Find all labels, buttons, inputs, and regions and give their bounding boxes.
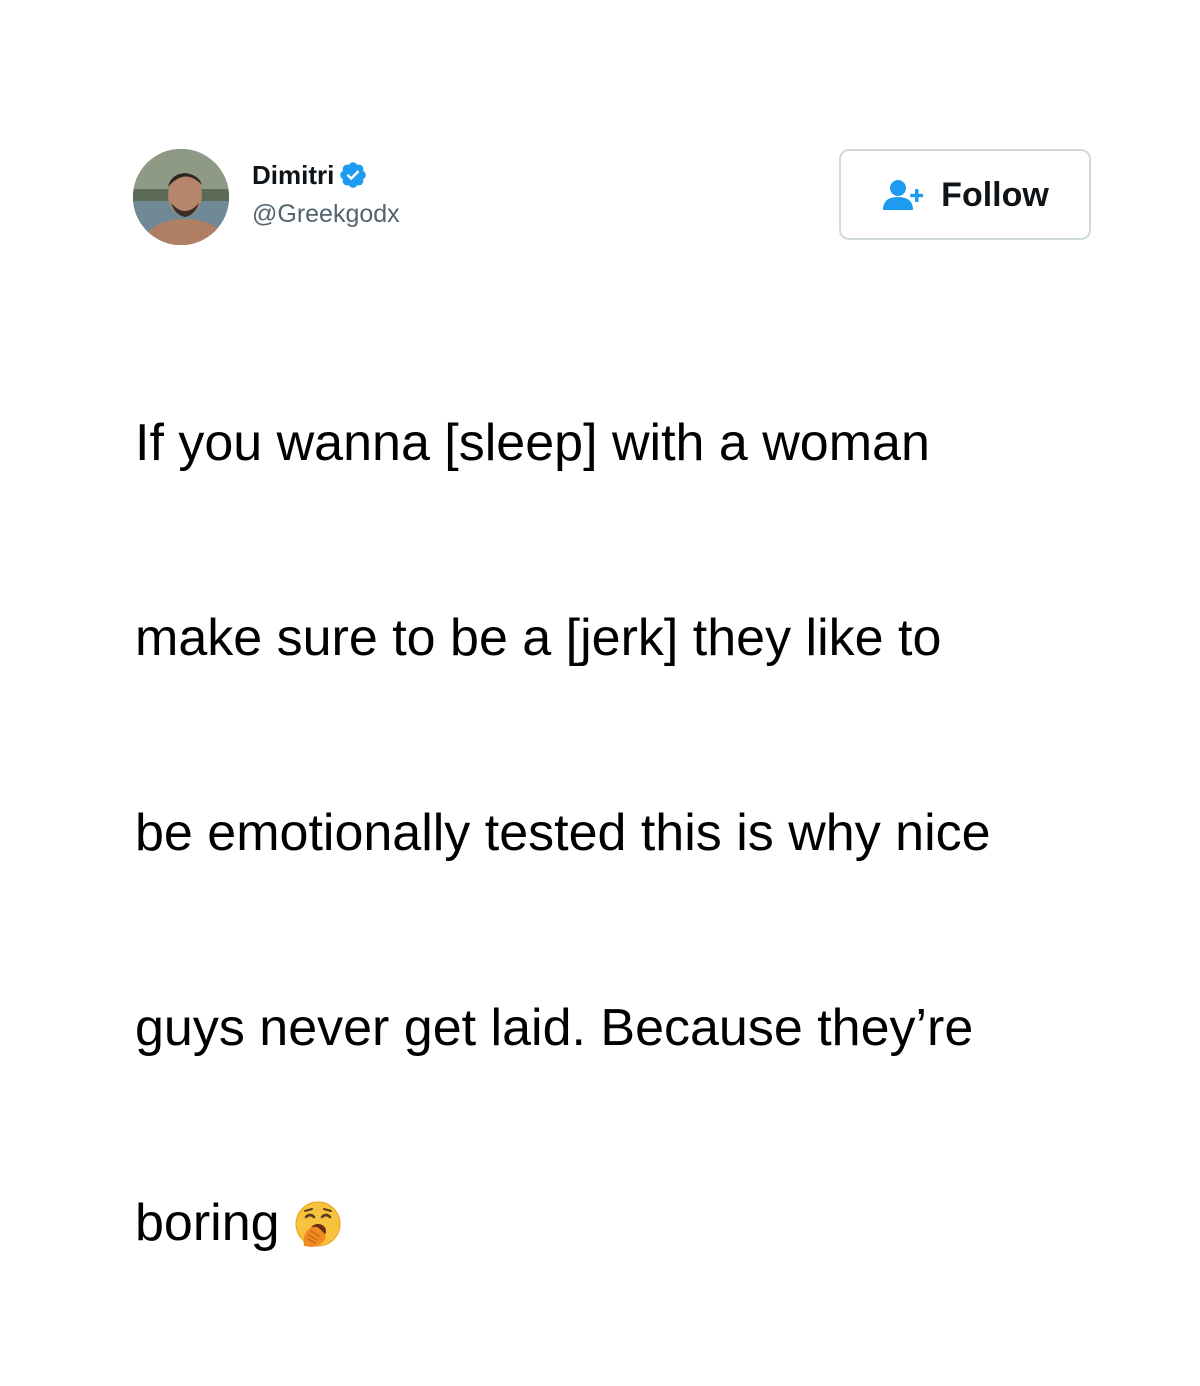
verified-badge-icon [338,160,368,190]
tweet-card: Dimitri @Greekgodx Follow If you wanna [… [0,0,1200,1252]
add-user-icon [881,178,927,212]
tweet-text-line: make sure to be a [jerk] they like to [135,609,942,667]
tweet-text-line: guys never get laid. Because they’re [135,999,974,1057]
tweet-text-last-line: boring [135,1191,1135,1256]
follow-button-label: Follow [941,175,1049,214]
avatar[interactable] [133,149,229,245]
follow-button[interactable]: Follow [839,149,1091,240]
tweet-text: If you wanna [sleep] with a woman make s… [135,281,1135,1386]
author-name-row: Dimitri [252,159,368,191]
tweet-text-line: boring [135,1194,280,1252]
tweet-text-line: If you wanna [sleep] with a woman [135,414,930,472]
author-name[interactable]: Dimitri [252,159,334,191]
yawning-face-emoji-icon [294,1199,342,1247]
tweet-text-line: be emotionally tested this is why nice [135,804,991,862]
avatar-photo [133,149,229,245]
author-handle[interactable]: @Greekgodx [252,198,400,230]
